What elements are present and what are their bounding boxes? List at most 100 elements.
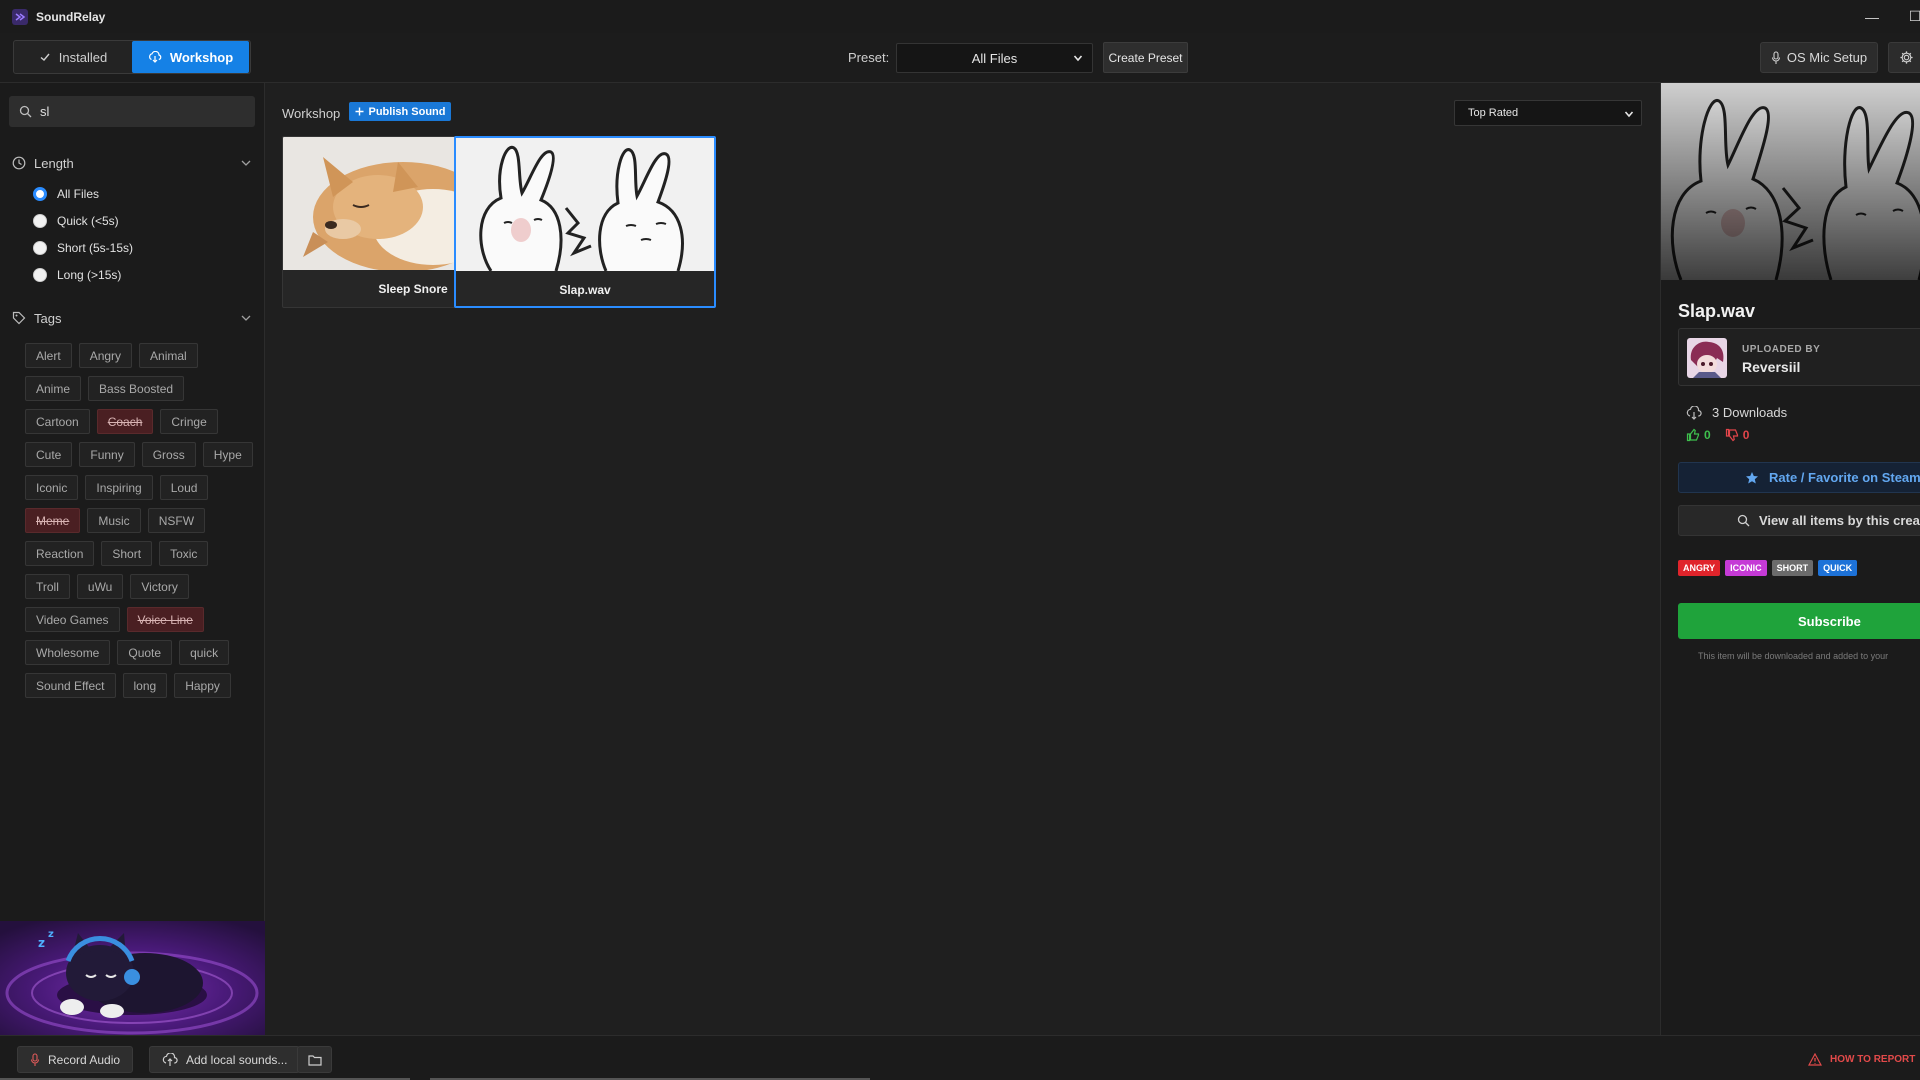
tag-row: Anime Bass Boosted: [25, 376, 255, 401]
search-icon: [1737, 514, 1750, 527]
record-audio-label: Record Audio: [48, 1052, 121, 1067]
tag-filter[interactable]: Cringe: [160, 409, 218, 434]
tag-filter[interactable]: Voice Line: [126, 607, 204, 632]
sound-tag-chips: ANGRY ICONIC SHORT QUICK: [1678, 560, 1858, 576]
title-bar: SoundRelay — ☐: [0, 0, 1920, 33]
downloads-count: 3 Downloads: [1712, 405, 1788, 420]
publish-sound-button[interactable]: Publish Sound: [349, 102, 451, 121]
view-tabs: Installed Workshop: [13, 40, 251, 74]
tag-filter[interactable]: Coach: [96, 409, 154, 434]
cloud-upload-icon: [162, 1052, 178, 1067]
chevron-down-icon: [1072, 52, 1084, 64]
view-creator-items-button[interactable]: View all items by this creator: [1678, 505, 1920, 536]
downvotes: 0: [1725, 428, 1749, 442]
tag-chip: QUICK: [1818, 560, 1858, 576]
tag-filter[interactable]: Alert: [25, 343, 72, 368]
os-mic-setup-button[interactable]: OS Mic Setup: [1760, 42, 1878, 73]
downloads-stat: 3 Downloads: [1686, 405, 1787, 420]
tag-filter[interactable]: uWu: [76, 574, 124, 599]
tag-row: Cartoon Coach Cringe: [25, 409, 255, 434]
upvote-count: 0: [1704, 428, 1711, 442]
tag-filter[interactable]: Hype: [202, 442, 253, 467]
uploader-card[interactable]: UPLOADED BY Reversiil: [1678, 328, 1920, 386]
tab-installed[interactable]: Installed: [14, 41, 132, 73]
tag-row: Alert Angry Animal: [25, 343, 255, 368]
check-icon: [39, 51, 51, 63]
tag-filter[interactable]: Meme: [25, 508, 81, 533]
length-section-header[interactable]: Length: [12, 153, 252, 173]
workshop-main: Workshop Publish Sound Top Rated Sleep S…: [266, 83, 1660, 1035]
tag-row: Iconic Inspiring Loud: [25, 475, 255, 500]
settings-button[interactable]: [1888, 42, 1920, 73]
tag-filter[interactable]: Troll: [25, 574, 70, 599]
search-input[interactable]: [40, 104, 240, 119]
tag-filter[interactable]: Video Games: [25, 607, 120, 632]
sort-select-value: Top Rated: [1468, 107, 1519, 119]
length-option-label: Short (5s-15s): [57, 241, 134, 255]
star-icon: [1745, 471, 1759, 485]
tag-filter[interactable]: Anime: [25, 376, 82, 401]
tag-filter[interactable]: Toxic: [159, 541, 209, 566]
length-option-quick[interactable]: Quick (<5s): [33, 212, 119, 230]
tag-filter[interactable]: Cute: [25, 442, 73, 467]
sound-preview-image: [1661, 83, 1920, 280]
breadcrumb: Workshop: [282, 106, 341, 121]
tag-filter[interactable]: Music: [87, 508, 141, 533]
warning-icon: [1808, 1053, 1822, 1066]
tag-filter[interactable]: NSFW: [147, 508, 206, 533]
svg-text:z: z: [48, 929, 54, 940]
tag-filter[interactable]: Funny: [79, 442, 135, 467]
tags-section-header[interactable]: Tags: [12, 308, 252, 328]
tag-filter[interactable]: Angry: [78, 343, 133, 368]
preset-select[interactable]: All Files: [896, 43, 1093, 73]
sound-card-selected[interactable]: Slap.wav: [454, 136, 716, 308]
length-option-long[interactable]: Long (>15s): [33, 266, 121, 284]
radio-button[interactable]: [33, 241, 47, 255]
tag-filter[interactable]: Happy: [174, 673, 231, 698]
minimize-button[interactable]: —: [1852, 0, 1892, 33]
tag-filter[interactable]: Inspiring: [85, 475, 153, 500]
uploaded-by-label: UPLOADED BY: [1742, 344, 1821, 355]
chevron-down-icon: [240, 313, 252, 323]
length-heading: Length: [34, 155, 74, 171]
preset-label: Preset:: [848, 50, 890, 65]
maximize-button[interactable]: ☐: [1895, 0, 1920, 33]
tab-workshop-label: Workshop: [169, 49, 234, 65]
tag-filter[interactable]: Loud: [159, 475, 209, 500]
tag-filter[interactable]: Quote: [117, 640, 173, 665]
tag-filter[interactable]: Wholesome: [25, 640, 111, 665]
tag-filter[interactable]: long: [122, 673, 168, 698]
tag-filter[interactable]: Reaction: [25, 541, 95, 566]
record-audio-button[interactable]: Record Audio: [17, 1046, 134, 1073]
how-to-report-label: HOW TO REPORT: [1830, 1054, 1916, 1065]
length-option-all-files[interactable]: All Files: [33, 185, 99, 203]
rate-favorite-label: Rate / Favorite on Steam: [1769, 470, 1920, 485]
tag-row: Sound Effect long Happy: [25, 673, 255, 698]
tab-workshop[interactable]: Workshop: [132, 41, 249, 73]
create-preset-button[interactable]: Create Preset: [1103, 42, 1188, 73]
tag-filter[interactable]: Cartoon: [25, 409, 90, 434]
tag-filter[interactable]: Victory: [130, 574, 189, 599]
rate-favorite-button[interactable]: Rate / Favorite on Steam: [1678, 462, 1920, 493]
subscribe-button[interactable]: Subscribe: [1678, 603, 1920, 639]
tag-filter[interactable]: Sound Effect: [25, 673, 116, 698]
tag-filter[interactable]: Iconic: [25, 475, 79, 500]
tag-row: Cute Funny Gross Hype: [25, 442, 255, 467]
length-option-short[interactable]: Short (5s-15s): [33, 239, 133, 257]
tag-filter[interactable]: Bass Boosted: [88, 376, 185, 401]
plus-icon: [355, 107, 364, 116]
tag-filter[interactable]: Gross: [141, 442, 196, 467]
tag-filter[interactable]: Animal: [139, 343, 198, 368]
add-local-sounds-button[interactable]: Add local sounds...: [149, 1046, 301, 1073]
radio-button[interactable]: [33, 214, 47, 228]
search-icon: [19, 105, 32, 118]
how-to-report-link[interactable]: HOW TO REPORT: [1808, 1053, 1915, 1066]
open-folder-button[interactable]: [297, 1046, 332, 1073]
tag-filter[interactable]: Short: [101, 541, 153, 566]
search-box[interactable]: [9, 96, 255, 127]
radio-button[interactable]: [33, 187, 47, 201]
sort-select[interactable]: Top Rated: [1454, 100, 1642, 126]
tag-filter[interactable]: quick: [179, 640, 230, 665]
radio-button[interactable]: [33, 268, 47, 282]
gear-icon: [1899, 50, 1914, 65]
